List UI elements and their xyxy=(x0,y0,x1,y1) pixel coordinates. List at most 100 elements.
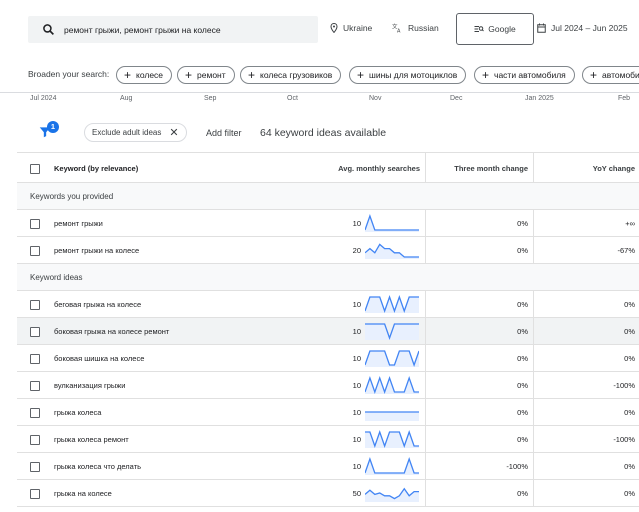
svg-text:A: A xyxy=(397,29,401,34)
table-row[interactable]: грыжа колеса ремонт 10 0% -100% xyxy=(17,426,639,453)
filter-count-badge: 1 xyxy=(47,121,59,133)
avg-searches-cell: 10 xyxy=(352,300,361,309)
broaden-chip[interactable]: + ремонт xyxy=(177,66,235,84)
column-divider xyxy=(425,399,426,425)
network-label: Google xyxy=(488,24,516,34)
broaden-chip-label: автомоби xyxy=(602,70,639,80)
column-divider xyxy=(425,153,426,182)
plus-icon: + xyxy=(124,68,132,82)
broaden-chip-label: колеса грузовиков xyxy=(260,70,333,80)
three-month-change-cell: 0% xyxy=(517,435,528,444)
table-row[interactable]: ремонт грыжи на колесе 20 0% -67% xyxy=(17,237,639,264)
table-row[interactable]: боковая грыжа на колесе ремонт 10 0% 0% xyxy=(17,318,639,345)
keyword-column-header[interactable]: Keyword (by relevance) xyxy=(54,164,138,173)
keyword-cell: вулканизация грыжи xyxy=(54,381,126,390)
date-range-selector[interactable]: Jul 2024 – Jun 2025 xyxy=(537,23,628,33)
keyword-cell: ремонт грыжи xyxy=(54,219,103,228)
location-pin-icon xyxy=(330,23,338,33)
plus-icon: + xyxy=(185,68,193,82)
column-divider xyxy=(533,480,534,506)
trend-sparkline xyxy=(365,411,419,421)
table-row[interactable]: ремонт грыжи 10 0% +∞ xyxy=(17,210,639,237)
filter-bar: 1 Exclude adult ideas ✕ Add filter 64 ke… xyxy=(0,118,639,148)
network-selector[interactable]: Google xyxy=(456,13,534,45)
trend-sparkline xyxy=(365,457,419,475)
close-icon[interactable]: ✕ xyxy=(169,126,178,139)
plus-icon: + xyxy=(590,68,598,82)
table-header-row: Keyword (by relevance) Avg. monthly sear… xyxy=(17,152,639,183)
keyword-search-box[interactable]: ремонт грыжи, ремонт грыжи на колесе xyxy=(28,16,318,43)
table-row[interactable]: грыжа колеса 10 0% 0% xyxy=(17,399,639,426)
table-row[interactable]: грыжа на колесе 50 0% 0% xyxy=(17,480,639,507)
row-checkbox[interactable] xyxy=(30,246,40,256)
broaden-chip[interactable]: + автомоби xyxy=(582,66,639,84)
avg-searches-cell: 10 xyxy=(352,408,361,417)
keyword-cell: ремонт грыжи на колесе xyxy=(54,246,140,255)
three-month-change-cell: -100% xyxy=(506,462,528,471)
keyword-cell: грыжа колеса ремонт xyxy=(54,435,129,444)
trend-sparkline xyxy=(365,487,419,502)
column-divider xyxy=(425,372,426,398)
location-label: Ukraine xyxy=(343,23,373,33)
three-month-change-cell: 0% xyxy=(517,219,528,228)
exclude-adult-ideas-chip[interactable]: Exclude adult ideas ✕ xyxy=(84,123,187,142)
top-bar: ремонт грыжи, ремонт грыжи на колесе Ukr… xyxy=(0,0,639,60)
group-header-provided: Keywords you provided xyxy=(17,183,639,210)
yoy-change-cell: -100% xyxy=(613,435,635,444)
trend-sparkline xyxy=(365,243,419,259)
avg-searches-cell: 50 xyxy=(352,489,361,498)
yoy-change-cell: 0% xyxy=(624,462,635,471)
yoy-change-column-header[interactable]: YoY change xyxy=(593,164,635,173)
broaden-chip[interactable]: + шины для мотоциклов xyxy=(349,66,467,84)
broaden-chip-label: шины для мотоциклов xyxy=(369,70,458,80)
trend-sparkline xyxy=(365,295,419,313)
row-checkbox[interactable] xyxy=(30,408,40,418)
row-checkbox[interactable] xyxy=(30,435,40,445)
column-divider xyxy=(533,291,534,317)
row-checkbox[interactable] xyxy=(30,381,40,391)
sparkline-area xyxy=(365,412,419,421)
table-row[interactable]: грыжа колеса что делать 10 -100% 0% xyxy=(17,453,639,480)
yoy-change-cell: 0% xyxy=(624,489,635,498)
timeline-axis: Jul 2024 Aug Sep Oct Nov Dec Jan 2025 Fe… xyxy=(0,92,639,106)
row-checkbox[interactable] xyxy=(30,354,40,364)
trend-sparkline xyxy=(365,376,419,394)
row-checkbox[interactable] xyxy=(30,219,40,229)
column-divider xyxy=(533,399,534,425)
avg-searches-column-header[interactable]: Avg. monthly searches xyxy=(338,164,420,173)
row-checkbox[interactable] xyxy=(30,489,40,499)
language-selector[interactable]: 文A Russian xyxy=(392,23,439,33)
column-divider xyxy=(425,237,426,263)
table-row[interactable]: вулканизация грыжи 10 0% -100% xyxy=(17,372,639,399)
column-divider xyxy=(533,237,534,263)
broaden-chip[interactable]: + колесе xyxy=(116,66,173,84)
location-selector[interactable]: Ukraine xyxy=(330,23,372,33)
row-checkbox[interactable] xyxy=(30,300,40,310)
language-label: Russian xyxy=(408,23,439,33)
timeline-label: Feb xyxy=(618,95,631,102)
avg-searches-cell: 10 xyxy=(352,381,361,390)
keyword-cell: боковая грыжа на колесе ремонт xyxy=(54,327,170,336)
yoy-change-cell: +∞ xyxy=(625,219,635,228)
three-month-change-column-header[interactable]: Three month change xyxy=(454,164,528,173)
column-divider xyxy=(425,453,426,479)
yoy-change-cell: 0% xyxy=(624,354,635,363)
table-row[interactable]: боковая шишка на колесе 10 0% 0% xyxy=(17,345,639,372)
yoy-change-cell: -67% xyxy=(617,246,635,255)
row-checkbox[interactable] xyxy=(30,327,40,337)
add-filter-button[interactable]: Add filter xyxy=(206,128,242,138)
exclude-chip-label: Exclude adult ideas xyxy=(92,128,162,137)
group-title: Keywords you provided xyxy=(30,192,114,201)
date-range-label: Jul 2024 – Jun 2025 xyxy=(551,23,628,33)
broaden-chip[interactable]: + колеса грузовиков xyxy=(240,66,342,84)
search-query[interactable]: ремонт грыжи, ремонт грыжи на колесе xyxy=(64,25,221,35)
select-all-checkbox[interactable] xyxy=(30,164,40,174)
table-row[interactable]: беговая грыжа на колесе 10 0% 0% xyxy=(17,291,639,318)
broaden-chip[interactable]: + части автомобиля xyxy=(474,66,575,84)
three-month-change-cell: 0% xyxy=(517,381,528,390)
trend-sparkline xyxy=(365,323,419,340)
search-network-icon xyxy=(474,26,485,32)
avg-searches-cell: 10 xyxy=(352,462,361,471)
row-checkbox[interactable] xyxy=(30,462,40,472)
column-divider xyxy=(533,345,534,371)
